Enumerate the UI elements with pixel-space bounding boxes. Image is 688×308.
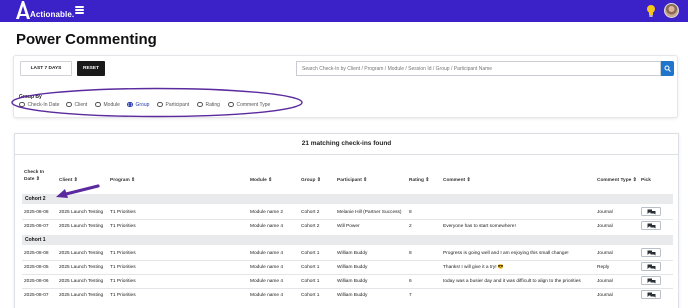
table-cell-comment: Progress is going well and I am enjoying… [443,251,569,256]
table-cell-comment-type: Journal [597,293,613,298]
column-header-group[interactable]: Group ⇕ [301,178,321,183]
table-cell-date: 2025-08-07 [24,293,49,298]
table-cell-comment-type: Journal [597,279,613,284]
annotation-arrow [56,184,100,198]
table-cell-date: 2025-08-07 [24,224,49,229]
hamburger-menu-icon[interactable] [75,6,84,14]
table-cell-program: T1 Priorities [110,279,136,284]
chat-bubbles-icon [647,278,656,284]
table-cell-comment: today was a busier day and it was diffic… [443,279,581,284]
column-header-program[interactable]: Program ⇕ [110,178,135,183]
column-header-module[interactable]: Module ⇕ [250,178,272,183]
table-cell-module: Module name 4 [250,265,284,270]
column-header-check-in-date[interactable]: Check In Date ⇕ [24,170,44,182]
table-cell-rating: 8 [409,210,412,215]
column-header-comment[interactable]: Comment ⇕ [443,178,470,183]
table-cell-participant: William Buddy [337,293,368,298]
table-cell-group: Cohort 1 [301,265,320,270]
table-cell-participant: William Buddy [337,251,368,256]
table-cell-date: 2025-08-06 [24,279,49,284]
top-nav-bar: Actionable. [0,0,688,22]
lightbulb-icon[interactable] [645,4,657,18]
table-cell-client: 2025 Launch Testing [59,210,104,215]
pick-comment-button[interactable] [641,207,661,216]
table-cell-module: Module name 4 [250,251,284,256]
table-cell-client: 2025 Launch Testing [59,251,104,256]
pick-comment-button[interactable] [641,221,661,230]
table-cell-client: 2025 Launch Testing [59,224,104,229]
table-cell-date: 2025-08-08 [24,210,49,215]
table-cell-client: 2025 Launch Testing [59,279,104,284]
chat-bubbles-icon [647,250,656,256]
table-cell-date: 2025-08-05 [24,265,49,270]
pick-comment-button[interactable] [641,248,661,257]
actionable-logo-icon[interactable] [15,0,31,20]
column-header-rating[interactable]: Rating ⇕ [409,178,429,183]
table-cell-module: Module name 4 [250,224,284,229]
column-header-pick: Pick [641,178,651,183]
table-cell-group: Cohort 2 [301,224,320,229]
table-cell-rating: 2 [409,224,412,229]
table-cell-comment: Thanks! I will give it a try! 😎 [443,265,504,270]
chat-bubbles-icon [647,292,656,298]
table-cell-participant: William Buddy [337,279,368,284]
table-cell-client: 2025 Launch Testing [59,265,104,270]
table-cell-date: 2025-08-08 [24,251,49,256]
annotation-ellipse [11,87,303,118]
chat-bubbles-icon [647,264,656,270]
table-cell-program: T1 Priorities [110,265,136,270]
user-avatar[interactable] [664,3,679,18]
group-header-row: Cohort 1 [22,235,673,245]
table-cell-participant: William Buddy [337,265,368,270]
table-cell-program: T1 Priorities [110,224,136,229]
table-cell-program: T1 Priorities [110,210,136,215]
results-count: 21 matching check-ins found [14,133,679,155]
pick-comment-button[interactable] [641,290,661,299]
table-cell-group: Cohort 1 [301,251,320,256]
chat-bubbles-icon [647,209,656,215]
search-input[interactable] [296,61,661,76]
column-header-participant[interactable]: Participant ⇕ [337,178,367,183]
table-cell-participant: Melanie Hill (Partner Success) [337,210,402,215]
table-cell-comment-type: Journal [597,251,613,256]
page-title: Power Commenting [16,31,157,48]
row-divider [22,219,673,220]
brand-name[interactable]: Actionable. [30,10,74,19]
row-divider [22,260,673,261]
group-header-row: Cohort 2 [22,194,673,204]
table-cell-module: Module name 4 [250,293,284,298]
pick-comment-button[interactable] [641,276,661,285]
pick-comment-button[interactable] [641,262,661,271]
table-cell-comment-type: Journal [597,224,613,229]
table-cell-program: T1 Priorities [110,251,136,256]
table-cell-rating: 7 [409,293,412,298]
table-cell-module: Module name 4 [250,279,284,284]
last-7-days-button[interactable]: LAST 7 DAYS [20,61,72,76]
table-cell-module: Module name 2 [250,210,284,215]
table-cell-group: Cohort 1 [301,279,320,284]
table-cell-comment-type: Reply [597,265,610,270]
search-button[interactable] [661,61,674,76]
table-cell-comment-type: Journal [597,210,613,215]
chat-bubbles-icon [647,223,656,229]
row-divider [22,288,673,289]
table-cell-rating: 8 [409,251,412,256]
search-icon [664,65,671,72]
table-cell-participant: Will Power [337,224,360,229]
table-cell-program: T1 Priorities [110,293,136,298]
table-cell-comment: Everyone has to start somewhere! [443,224,516,229]
table-cell-group: Cohort 2 [301,210,320,215]
row-divider [22,274,673,275]
table-cell-rating: 6 [409,279,412,284]
reset-button[interactable]: RESET [77,61,105,76]
table-cell-group: Cohort 1 [301,293,320,298]
table-cell-client: 2025 Launch Testing [59,293,104,298]
column-header-comment-type[interactable]: Comment Type ⇕ [597,178,637,183]
